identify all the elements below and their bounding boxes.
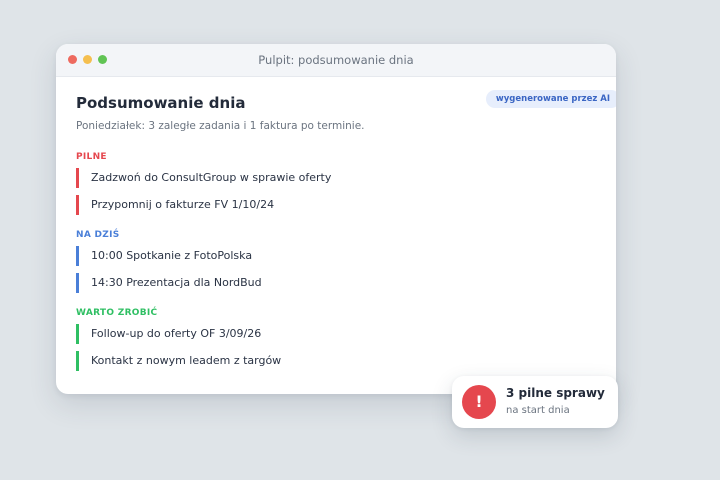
task-item[interactable]: Zadzwoń do ConsultGroup w sprawie oferty (76, 168, 331, 188)
toast-subtitle: na start dnia (506, 405, 570, 416)
ai-generated-badge: wygenerowane przez AI (485, 90, 616, 108)
window-title: Pulpit: podsumowanie dnia (258, 53, 414, 67)
task-item[interactable]: Przypomnij o fakturze FV 1/10/24 (76, 195, 274, 215)
section-label-worth-doing: WARTO ZROBIĆ (76, 308, 158, 318)
section-label-urgent: PILNE (76, 152, 107, 162)
urgent-notification-toast[interactable]: ! 3 pilne sprawy na start dnia (452, 376, 618, 428)
section-label-today: NA DZIŚ (76, 230, 120, 240)
summary-window: Pulpit: podsumowanie dnia Podsumowanie d… (56, 44, 616, 394)
task-item[interactable]: Follow-up do oferty OF 3/09/26 (76, 324, 261, 344)
task-item[interactable]: 14:30 Prezentacja dla NordBud (76, 273, 262, 293)
task-item[interactable]: Kontakt z nowym leadem z targów (76, 351, 281, 371)
task-item[interactable]: 10:00 Spotkanie z FotoPolska (76, 246, 252, 266)
summary-content: Podsumowanie dnia wygenerowane przez AI … (76, 90, 616, 371)
summary-subtitle: Poniedziałek: 3 zaległe zadania i 1 fakt… (76, 120, 365, 132)
toast-title: 3 pilne sprawy (506, 386, 605, 400)
alert-icon: ! (462, 385, 496, 419)
title-bar: Pulpit: podsumowanie dnia (56, 44, 616, 77)
